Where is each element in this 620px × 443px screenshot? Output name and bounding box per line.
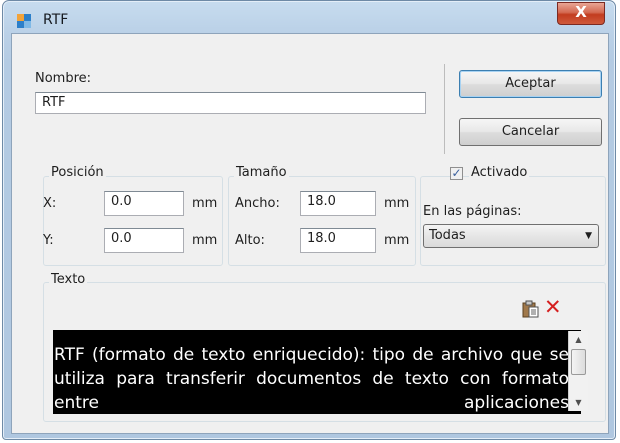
accept-button[interactable]: Aceptar [459,70,602,98]
ancho-unit: mm [384,196,410,211]
delete-icon[interactable]: ✕ [544,297,562,318]
alto-input[interactable]: 18.0 [300,228,376,253]
ancho-input[interactable]: 18.0 [300,191,376,216]
texto-scrollbar[interactable]: ▲ ▼ [568,331,588,411]
vertical-divider [444,64,445,154]
chevron-down-icon: ▼ [585,231,592,241]
paste-icon[interactable] [521,300,539,318]
x-unit: mm [192,196,218,211]
dialog-window: RTF X Nombre: RTF Aceptar Cancelar Posic… [2,0,616,440]
window-title: RTF [43,12,69,28]
tamano-legend: Tamaño [234,165,289,180]
alto-label: Alto: [235,233,265,248]
texto-editor[interactable]: RTF (formato de texto enriquecido): tipo… [53,330,581,414]
texto-legend: Texto [49,272,88,287]
pages-select[interactable]: Todas ▼ [423,224,599,248]
pages-select-value: Todas [429,228,466,243]
nombre-label: Nombre: [35,71,92,86]
y-label: Y: [43,233,54,248]
dialog-body: Nombre: RTF Aceptar Cancelar Posición X:… [11,33,609,434]
texto-content: RTF (formato de texto enriquecido): tipo… [54,345,569,413]
ancho-label: Ancho: [235,196,280,211]
app-icon [17,14,31,28]
close-button[interactable]: X [557,2,605,25]
cancel-button[interactable]: Cancelar [459,118,602,146]
x-label: X: [43,196,57,211]
scroll-down-icon[interactable]: ▼ [569,394,588,411]
y-input[interactable]: 0.0 [104,228,184,253]
x-input[interactable]: 0.0 [104,191,184,216]
title-bar[interactable]: RTF X [3,1,615,33]
y-unit: mm [192,233,218,248]
scroll-up-icon[interactable]: ▲ [569,331,588,348]
scroll-thumb[interactable] [571,349,586,375]
alto-unit: mm [384,233,410,248]
posicion-legend: Posición [49,165,106,180]
activado-label: Activado [469,165,530,180]
pages-group [420,176,606,266]
nombre-input[interactable]: RTF [35,92,426,114]
pages-label: En las páginas: [423,204,522,219]
activado-checkbox[interactable]: ✓ [450,167,463,180]
